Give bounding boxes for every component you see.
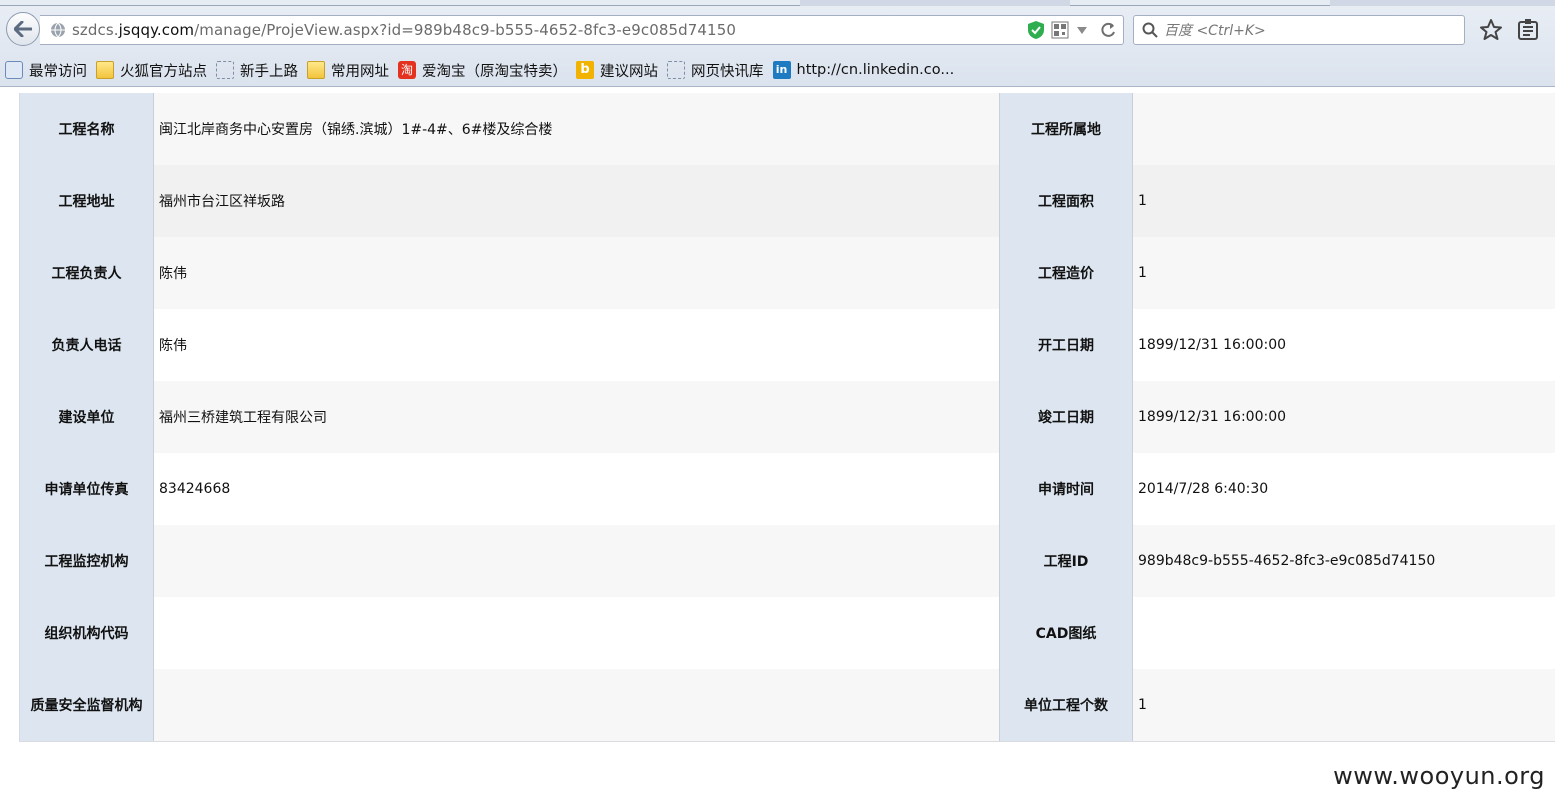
taobao-icon: 淘	[398, 61, 416, 79]
field-value: 福州三桥建筑工程有限公司	[153, 381, 1000, 453]
address-bar[interactable]: szdcs.jsqqy.com/manage/ProjeView.aspx?id…	[40, 15, 1124, 45]
field-label: 工程所属地	[999, 93, 1133, 165]
bookmark-web-slices[interactable]: 网页快讯库	[667, 60, 764, 81]
bookmark-label: http://cn.linkedin.co...	[796, 62, 955, 78]
field-label: 工程名称	[19, 93, 154, 165]
field-label: 建设单位	[19, 381, 154, 453]
shield-icon[interactable]	[1027, 20, 1045, 40]
table-row: 工程监控机构 工程ID 989b48c9-b555-4652-8fc3-e9c0…	[19, 525, 1555, 597]
bookmark-taobao[interactable]: 淘 爱淘宝（原淘宝特卖）	[398, 60, 567, 81]
field-label: 申请时间	[999, 453, 1133, 525]
table-row: 建设单位 福州三桥建筑工程有限公司 竣工日期 1899/12/31 16:00:…	[19, 381, 1555, 453]
table-row: 工程地址 福州市台江区祥坂路 工程面积 1	[19, 165, 1555, 237]
search-bar[interactable]: 百度 <Ctrl+K>	[1133, 15, 1465, 45]
field-label: 工程ID	[999, 525, 1133, 597]
globe-icon	[51, 22, 65, 38]
table-row: 负责人电话 陈伟 开工日期 1899/12/31 16:00:00	[19, 309, 1555, 381]
bookmark-getting-started[interactable]: 新手上路	[216, 60, 298, 81]
folder-icon	[307, 61, 325, 79]
field-label: 负责人电话	[19, 309, 154, 381]
active-tab-edge[interactable]	[0, 0, 800, 6]
bookmarks-list-icon[interactable]	[1516, 18, 1540, 42]
qr-code-icon[interactable]	[1051, 20, 1069, 40]
field-value: 83424668	[153, 453, 1000, 525]
bookmark-suggested-sites[interactable]: b 建议网站	[576, 60, 658, 81]
field-value: 1899/12/31 16:00:00	[1132, 381, 1555, 453]
url-domain: jsqqy.com	[118, 21, 195, 39]
url-prefix: szdcs.	[72, 21, 119, 39]
field-value	[153, 669, 1000, 742]
field-label: 质量安全监督机构	[19, 669, 154, 742]
field-label: 工程地址	[19, 165, 154, 237]
field-label: 工程面积	[999, 165, 1133, 237]
dashed-page-icon	[667, 61, 685, 79]
field-label: 工程造价	[999, 237, 1133, 309]
url-text[interactable]: szdcs.jsqqy.com/manage/ProjeView.aspx?id…	[72, 21, 736, 39]
field-label: 组织机构代码	[19, 597, 154, 669]
field-value	[153, 525, 1000, 597]
field-value: 1899/12/31 16:00:00	[1132, 309, 1555, 381]
search-placeholder: 百度 <Ctrl+K>	[1164, 23, 1266, 39]
dashed-page-icon	[216, 61, 234, 79]
field-value: 2014/7/28 6:40:30	[1132, 453, 1555, 525]
field-label: 工程监控机构	[19, 525, 154, 597]
bookmark-common-sites[interactable]: 常用网址	[307, 60, 389, 81]
field-value	[1132, 597, 1555, 669]
reload-icon[interactable]	[1099, 20, 1117, 40]
bookmark-label: 建议网站	[600, 63, 658, 80]
field-value: 闽江北岸商务中心安置房（锦绣.滨城）1#-4#、6#楼及综合楼	[153, 93, 1000, 165]
bookmark-label: 最常访问	[29, 63, 87, 80]
project-info-table: 工程名称 闽江北岸商务中心安置房（锦绣.滨城）1#-4#、6#楼及综合楼 工程所…	[19, 93, 1555, 742]
field-value: 1	[1132, 237, 1555, 309]
watermark: www.wooyun.org	[1333, 762, 1545, 790]
field-value	[1132, 93, 1555, 165]
bookmark-most-visited[interactable]: 最常访问	[5, 60, 87, 81]
browser-toolbar: szdcs.jsqqy.com/manage/ProjeView.aspx?id…	[0, 0, 1555, 87]
table-row: 组织机构代码 CAD图纸	[19, 597, 1555, 669]
field-value: 福州市台江区祥坂路	[153, 165, 1000, 237]
field-label: 工程负责人	[19, 237, 154, 309]
back-button[interactable]	[6, 12, 40, 46]
bookmark-star-icon[interactable]	[1479, 18, 1503, 42]
table-row: 工程负责人 陈伟 工程造价 1	[19, 237, 1555, 309]
field-value	[153, 597, 1000, 669]
field-value: 1	[1132, 669, 1555, 742]
bookmark-label: 爱淘宝（原淘宝特卖）	[422, 63, 567, 80]
folder-icon	[96, 61, 114, 79]
bookmarks-toolbar: 最常访问 火狐官方站点 新手上路 常用网址 淘 爱淘宝（原淘宝特卖） b 建议网…	[0, 56, 963, 84]
dropdown-arrow-icon[interactable]	[1075, 20, 1093, 40]
linkedin-icon: in	[772, 61, 791, 79]
tab-edge[interactable]	[1070, 0, 1330, 6]
table-row: 工程名称 闽江北岸商务中心安置房（锦绣.滨城）1#-4#、6#楼及综合楼 工程所…	[19, 93, 1555, 165]
field-value: 989b48c9-b555-4652-8fc3-e9c085d74150	[1132, 525, 1555, 597]
table-row: 申请单位传真 83424668 申请时间 2014/7/28 6:40:30	[19, 453, 1555, 525]
field-label: 单位工程个数	[999, 669, 1133, 742]
field-label: CAD图纸	[999, 597, 1133, 669]
bookmark-firefox-site[interactable]: 火狐官方站点	[96, 60, 207, 81]
project-detail-panel: 工程名称 闽江北岸商务中心安置房（锦绣.滨城）1#-4#、6#楼及综合楼 工程所…	[19, 93, 1555, 742]
bookmark-label: 网页快讯库	[691, 63, 764, 80]
magnifier-icon	[5, 61, 23, 79]
field-label: 申请单位传真	[19, 453, 154, 525]
back-arrow-icon	[14, 21, 32, 37]
table-row: 质量安全监督机构 单位工程个数 1	[19, 669, 1555, 742]
search-icon	[1142, 22, 1158, 38]
url-path: /manage/ProjeView.aspx?id=989b48c9-b555-…	[194, 21, 736, 39]
field-value: 1	[1132, 165, 1555, 237]
field-value: 陈伟	[153, 237, 1000, 309]
field-label: 竣工日期	[999, 381, 1133, 453]
bookmark-label: 火狐官方站点	[120, 63, 207, 80]
field-label: 开工日期	[999, 309, 1133, 381]
field-value: 陈伟	[153, 309, 1000, 381]
bookmark-label: 常用网址	[331, 63, 389, 80]
bing-icon: b	[576, 61, 594, 79]
bookmark-linkedin[interactable]: in http://cn.linkedin.co...	[772, 61, 955, 79]
bookmark-label: 新手上路	[240, 63, 298, 80]
